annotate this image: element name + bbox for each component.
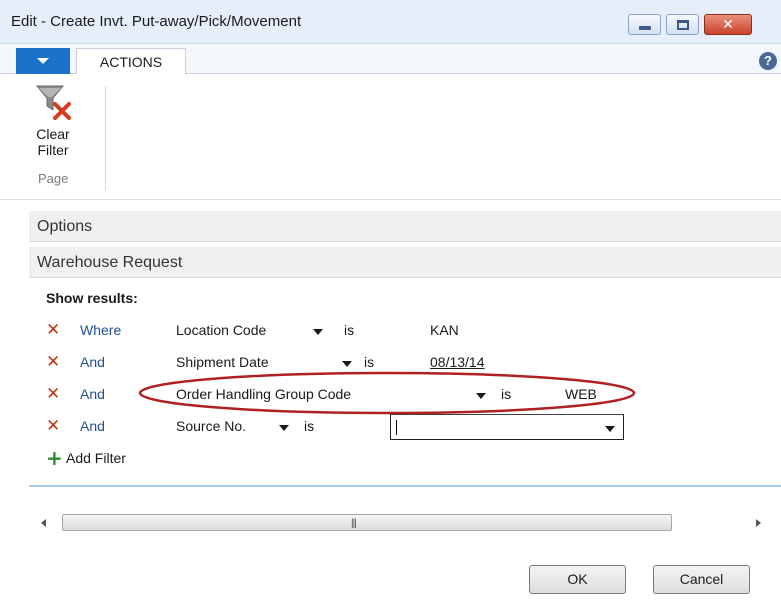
filter-field[interactable]: Location Code [176, 322, 266, 338]
chevron-down-icon[interactable] [605, 426, 615, 432]
filter-conjunction[interactable]: And [80, 386, 105, 402]
filter-value[interactable]: KAN [430, 322, 459, 338]
field-dropdown-icon[interactable] [279, 425, 289, 431]
warehouse-request-section-header[interactable]: Warehouse Request [29, 247, 781, 278]
filter-operator: is [344, 322, 355, 338]
remove-filter-icon[interactable]: ✕ [46, 416, 60, 436]
field-dropdown-icon[interactable] [313, 329, 323, 335]
close-icon: ✕ [722, 16, 734, 33]
section-divider [29, 485, 781, 487]
clear-label: Clear [36, 126, 70, 142]
filter-field[interactable]: Shipment Date [176, 354, 269, 370]
field-dropdown-icon[interactable] [342, 361, 352, 367]
tab-actions[interactable]: ACTIONS [76, 48, 186, 75]
maximize-button[interactable] [666, 14, 699, 35]
scroll-left-icon[interactable] [41, 519, 46, 527]
maximize-icon [676, 19, 689, 30]
filter-conjunction[interactable]: Where [80, 322, 121, 338]
filter-field[interactable]: Source No. [176, 418, 246, 434]
filter-operator: is [304, 418, 315, 434]
remove-filter-icon[interactable]: ✕ [46, 384, 60, 404]
ribbon-tab-row: ACTIONS [0, 44, 781, 75]
filter-row: ✕ Where Location Code is KAN [46, 320, 646, 342]
remove-filter-icon[interactable]: ✕ [46, 320, 60, 340]
filter-conjunction[interactable]: And [80, 418, 105, 434]
scrollbar-grip: ||| [351, 518, 357, 529]
filter-conjunction[interactable]: And [80, 354, 105, 370]
window-left-border [0, 200, 16, 607]
ok-button[interactable]: OK [529, 565, 626, 594]
title-bar: Edit - Create Invt. Put-away/Pick/Moveme… [0, 0, 781, 44]
add-filter-label: Add Filter [66, 450, 126, 466]
application-menu-button[interactable] [16, 48, 70, 74]
source-no-input[interactable] [390, 414, 624, 440]
show-results-heading: Show results: [46, 290, 138, 306]
minimize-icon [638, 26, 651, 30]
text-cursor [396, 420, 397, 435]
options-section-header[interactable]: Options [29, 211, 781, 242]
chevron-down-icon [37, 58, 49, 64]
scrollbar-thumb[interactable]: ||| [62, 514, 672, 531]
horizontal-scrollbar[interactable]: ||| [29, 512, 781, 534]
clear-filter-icon [35, 85, 71, 120]
ribbon-panel: Clear Filter Page [0, 74, 781, 200]
minimize-button[interactable] [628, 14, 661, 35]
plus-icon: + [46, 446, 63, 470]
filter-value[interactable]: 08/13/14 [430, 354, 485, 370]
cancel-button[interactable]: Cancel [653, 565, 750, 594]
ribbon-group-divider [105, 86, 106, 190]
close-button[interactable]: ✕ [704, 14, 752, 35]
filter-row: ✕ And Source No. is [46, 414, 646, 440]
scroll-right-icon[interactable] [756, 519, 761, 527]
ribbon-group-label: Page [38, 171, 69, 186]
filter-operator: is [364, 354, 375, 370]
clear-filter-button[interactable]: Clear Filter [24, 82, 82, 158]
filter-label: Filter [37, 142, 69, 158]
highlight-ellipse [138, 371, 636, 415]
window-title: Edit - Create Invt. Put-away/Pick/Moveme… [11, 13, 302, 30]
help-icon[interactable]: ? [759, 52, 777, 70]
remove-filter-icon[interactable]: ✕ [46, 352, 60, 372]
